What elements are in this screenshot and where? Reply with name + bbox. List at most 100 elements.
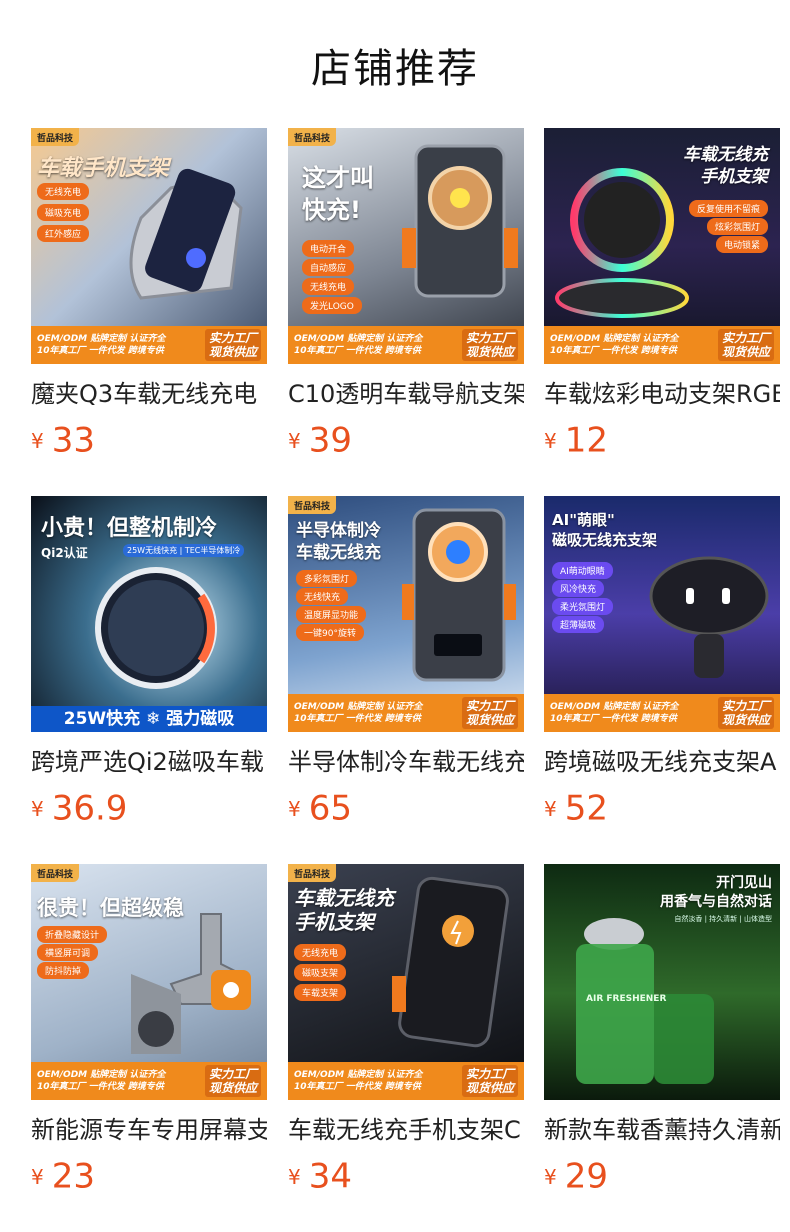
screen-mount-image (131, 913, 251, 1054)
price-value: 33 (51, 420, 95, 461)
feature-tag: 磁吸支架 (294, 964, 347, 981)
feature-tag: 车载支架 (294, 984, 347, 1001)
product-price: ¥12 (544, 418, 780, 462)
product-card[interactable]: 小贵！但整机制冷 Qi2认证 25W无线快充 | TEC半导体制冷 25W快充 … (31, 496, 267, 830)
product-price: ¥39 (288, 418, 524, 462)
promo-banner: OEM/ODM 贴牌定制 认证齐全 10年真工厂 一件代发 跨境专供 实力工厂 … (288, 694, 524, 732)
feature-tag: 多彩氛围灯 (296, 570, 358, 587)
smart-charger-image (649, 556, 769, 678)
promo-banner: OEM/ODM 贴牌定制 认证齐全 10年真工厂 一件代发 跨境专供 实力工厂 … (288, 1062, 524, 1100)
product-headline: 车载无线充 手机支架 (294, 886, 394, 934)
feature-tag: 无线充电 (294, 944, 347, 961)
currency-symbol: ¥ (288, 1164, 301, 1189)
currency-symbol: ¥ (31, 796, 44, 821)
feature-tag: 横竖屏可调 (37, 944, 99, 961)
currency-symbol: ¥ (31, 428, 44, 453)
product-image[interactable]: 哲品科技 车载手机支架 无线充电 磁吸充电 红外感应 OEM/ODM 贴牌定制 … (31, 128, 267, 364)
product-image[interactable]: 哲品科技 这才叫 快充! 电动开合 自动感应 无线充电 发光LOGO OEM/O… (288, 128, 524, 364)
promo-banner: OEM/ODM 贴牌定制 认证齐全 10年真工厂 一件代发 跨境专供 实力工厂 … (544, 694, 780, 732)
bottom-banner: 25W快充 ❄ 强力磁吸 (31, 706, 267, 732)
brand-tag: 哲品科技 (288, 128, 337, 146)
currency-symbol: ¥ (544, 1164, 557, 1189)
product-label: AIR FRESHENER (586, 994, 667, 1004)
product-name[interactable]: 车载无线充手机支架C (288, 1112, 524, 1148)
product-card[interactable]: 车载无线充 手机支架 反复使用不留痕 炫彩氛围灯 电动锁紧 OEM/ODM 贴牌… (544, 128, 780, 462)
product-name[interactable]: 新能源专车专用屏幕支 (31, 1112, 267, 1148)
product-name[interactable]: 跨境磁吸无线充支架A (544, 744, 780, 780)
product-name[interactable]: 半导体制冷车载无线充 (288, 744, 524, 780)
cooling-charger-image (402, 508, 516, 682)
feature-tag: 发光LOGO (302, 297, 362, 314)
product-price: ¥65 (288, 786, 524, 830)
product-name[interactable]: 新款车载香薰持久清新 (544, 1112, 780, 1148)
product-card[interactable]: 哲品科技 这才叫 快充! 电动开合 自动感应 无线充电 发光LOGO OEM/O… (288, 128, 524, 462)
magnetic-charger-image (95, 567, 217, 689)
product-card[interactable]: 哲品科技 很贵！但超级稳 折叠隐藏设计 横竖屏可调 防抖防掉 OEM/ODM 贴… (31, 864, 267, 1198)
product-card[interactable]: 哲品科技 车载无线充 手机支架 无线充电 磁吸支架 车载支架 OEM/ODM 贴… (288, 864, 524, 1198)
feature-tag: 无线充电 (302, 278, 355, 295)
product-name[interactable]: 跨境严选Qi2磁吸车载 (31, 744, 267, 780)
product-name[interactable]: 车载炫彩电动支架RGB (544, 376, 780, 412)
product-card[interactable]: 哲品科技 半导体制冷 车载无线充 多彩氛围灯 无线快充 温度屏显功能 一键90°… (288, 496, 524, 830)
brand-tag: 哲品科技 (31, 128, 80, 146)
phone-holder-image (129, 168, 243, 300)
feature-tag: 电动锁紧 (715, 236, 768, 253)
price-value: 23 (51, 1156, 95, 1197)
feature-tag: 自动感应 (302, 259, 355, 276)
product-headline: AI"萌眼" 磁吸无线充支架 (552, 511, 658, 549)
product-image[interactable]: 哲品科技 车载无线充 手机支架 无线充电 磁吸支架 车载支架 OEM/ODM 贴… (288, 864, 524, 1100)
product-name[interactable]: C10透明车载导航支架 (288, 376, 524, 412)
phone-holder-image (402, 144, 518, 298)
product-image[interactable]: 小贵！但整机制冷 Qi2认证 25W无线快充 | TEC半导体制冷 25W快充 … (31, 496, 267, 732)
feature-tag: 防抖防掉 (37, 962, 90, 979)
price-value: 65 (308, 788, 352, 829)
product-price: ¥52 (544, 786, 780, 830)
product-image[interactable]: 开门见山 用香气与自然对话 自然淡香 | 持久清新 | 山体造型 AIR FRE… (544, 864, 780, 1100)
feature-tag: 温度屏显功能 (296, 606, 367, 623)
brand-tag: 哲品科技 (288, 496, 337, 514)
price-value: 52 (564, 788, 608, 829)
price-value: 39 (308, 420, 352, 461)
product-image[interactable]: 车载无线充 手机支架 反复使用不留痕 炫彩氛围灯 电动锁紧 OEM/ODM 贴牌… (544, 128, 780, 364)
brand-tag: 哲品科技 (31, 864, 80, 882)
product-card[interactable]: 哲品科技 车载手机支架 无线充电 磁吸充电 红外感应 OEM/ODM 贴牌定制 … (31, 128, 267, 462)
promo-banner: OEM/ODM 贴牌定制 认证齐全 10年真工厂 一件代发 跨境专供 实力工厂 … (544, 326, 780, 364)
product-name[interactable]: 魔夹Q3车载无线充电 (31, 376, 267, 412)
price-value: 36.9 (51, 788, 128, 829)
feature-tag: 电动开合 (302, 240, 355, 257)
feature-tag: 无线充电 (37, 183, 90, 200)
product-card[interactable]: 开门见山 用香气与自然对话 自然淡香 | 持久清新 | 山体造型 AIR FRE… (544, 864, 780, 1198)
product-headline: 小贵！但整机制冷 (41, 516, 218, 541)
brand-tag: 哲品科技 (288, 864, 337, 882)
product-price: ¥23 (31, 1154, 267, 1198)
feature-tag: 柔光氛围灯 (552, 598, 614, 615)
promo-banner: OEM/ODM 贴牌定制 认证齐全 10年真工厂 一件代发 跨境专供 实力工厂 … (31, 1062, 267, 1100)
feature-tag: 无线快充 (296, 588, 349, 605)
currency-symbol: ¥ (544, 796, 557, 821)
feature-tag: 磁吸充电 (37, 204, 90, 221)
product-image[interactable]: AI"萌眼" 磁吸无线充支架 AI萌动眼睛 风冷快充 柔光氛围灯 超薄磁吸 OE… (544, 496, 780, 732)
product-image[interactable]: 哲品科技 很贵！但超级稳 折叠隐藏设计 横竖屏可调 防抖防掉 OEM/ODM 贴… (31, 864, 267, 1100)
product-price: ¥29 (544, 1154, 780, 1198)
promo-banner: OEM/ODM 贴牌定制 认证齐全 10年真工厂 一件代发 跨境专供 实力工厂 … (31, 326, 267, 364)
feature-tag: AI萌动眼睛 (552, 562, 613, 579)
currency-symbol: ¥ (288, 796, 301, 821)
feature-tag: 风冷快充 (552, 580, 605, 597)
product-price: ¥36.9 (31, 786, 267, 830)
page-title: 店铺推荐 (311, 46, 479, 92)
product-headline: 半导体制冷 车载无线充 (296, 521, 381, 563)
product-price: ¥33 (31, 418, 267, 462)
feature-tag: 超薄磁吸 (552, 616, 605, 633)
feature-tag: 红外感应 (37, 225, 90, 242)
promo-banner: OEM/ODM 贴牌定制 认证齐全 10年真工厂 一件代发 跨境专供 实力工厂 … (288, 326, 524, 364)
product-image[interactable]: 哲品科技 半导体制冷 车载无线充 多彩氛围灯 无线快充 温度屏显功能 一键90°… (288, 496, 524, 732)
wireless-holder-image (392, 876, 509, 1048)
price-value: 12 (564, 420, 608, 461)
price-value: 29 (564, 1156, 608, 1197)
product-card[interactable]: AI"萌眼" 磁吸无线充支架 AI萌动眼睛 风冷快充 柔光氛围灯 超薄磁吸 OE… (544, 496, 780, 830)
product-price: ¥34 (288, 1154, 524, 1198)
price-value: 34 (308, 1156, 352, 1197)
currency-symbol: ¥ (288, 428, 301, 453)
feature-tag: 一键90°旋转 (296, 624, 364, 641)
feature-tag: 炫彩氛围灯 (706, 218, 768, 235)
